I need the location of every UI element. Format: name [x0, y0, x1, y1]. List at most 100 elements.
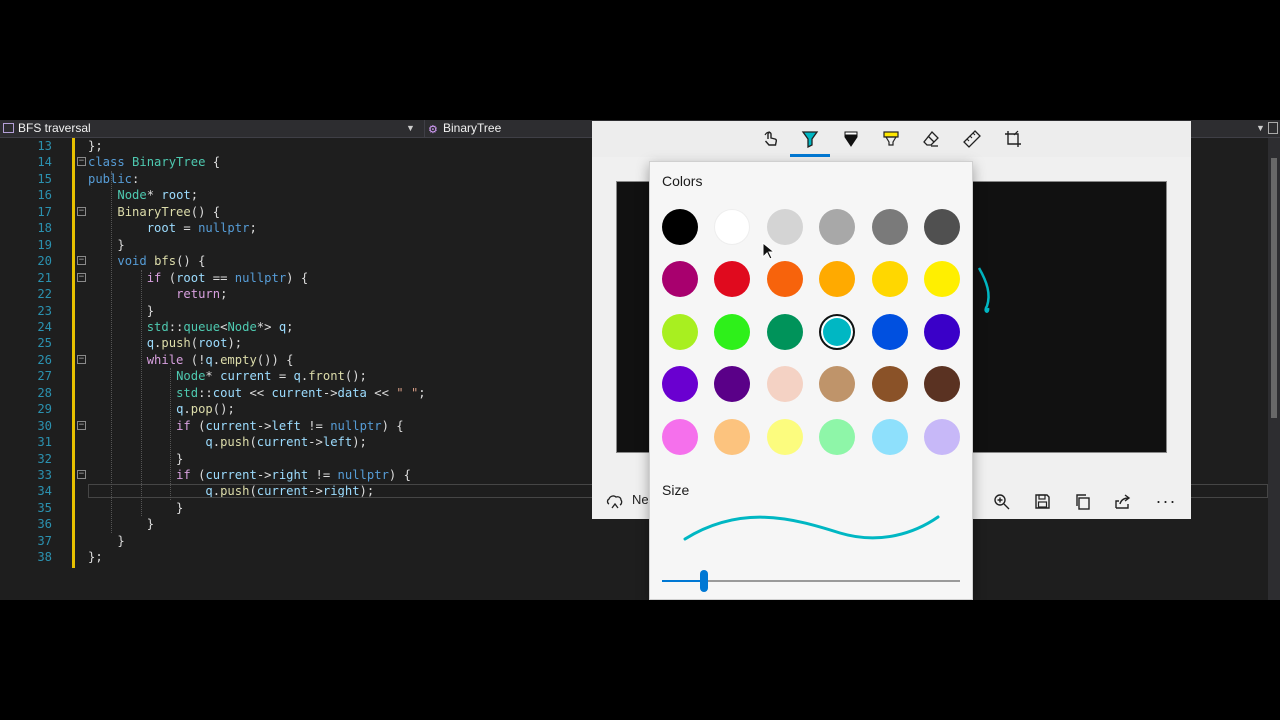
crop-button[interactable] [996, 125, 1030, 153]
color-swatch[interactable] [819, 366, 856, 403]
code-line[interactable]: 38}; [0, 549, 1268, 565]
eraser-button[interactable] [914, 125, 948, 153]
collapse-icon[interactable]: − [77, 272, 86, 282]
code-text: public: [88, 171, 140, 186]
new-label[interactable]: Ne [632, 492, 649, 507]
more-icon: ··· [1155, 490, 1177, 511]
color-swatch[interactable] [819, 418, 856, 455]
color-swatch[interactable] [766, 366, 803, 403]
code-text: if (root == nullptr) { [146, 270, 309, 285]
line-number: 35 [37, 500, 52, 515]
line-number: 31 [37, 435, 52, 450]
code-text: std::cout << current->data << " "; [176, 385, 426, 400]
color-swatch[interactable] [871, 366, 908, 403]
pencil-icon [844, 131, 858, 147]
color-swatch[interactable] [819, 261, 856, 298]
ruler-button[interactable] [955, 125, 989, 153]
color-swatch[interactable] [766, 261, 803, 298]
project-dropdown[interactable]: BFS traversal ▼ [0, 120, 420, 137]
more-options-button[interactable]: ··· [1152, 489, 1180, 513]
mouse-cursor-icon [762, 242, 774, 260]
member-dropdown-chevron-icon[interactable]: ▼ [1256, 120, 1265, 137]
save-button[interactable] [1028, 489, 1056, 513]
color-swatch[interactable] [766, 418, 803, 455]
color-swatch[interactable] [714, 209, 751, 245]
color-swatch[interactable] [714, 366, 751, 403]
new-snip-button[interactable] [600, 489, 628, 513]
color-swatch[interactable] [662, 209, 698, 245]
code-text: } [88, 303, 155, 318]
color-swatch[interactable] [924, 418, 960, 455]
color-swatch[interactable] [819, 209, 856, 245]
color-swatch[interactable] [714, 261, 751, 298]
collapse-icon[interactable]: − [77, 157, 86, 167]
color-swatch[interactable] [819, 313, 856, 350]
color-swatch[interactable] [871, 313, 908, 350]
zoom-button[interactable] [987, 489, 1015, 513]
line-number: 20 [37, 254, 52, 269]
color-swatch[interactable] [714, 313, 751, 350]
color-swatch[interactable] [662, 261, 698, 298]
collapse-icon[interactable]: − [77, 206, 86, 216]
collapse-icon[interactable]: − [77, 256, 86, 266]
code-text: } [88, 237, 125, 252]
code-text: } [88, 533, 125, 548]
line-number: 25 [37, 336, 52, 351]
code-text: } [88, 500, 184, 515]
pencil-button[interactable] [834, 125, 868, 153]
highlighter-button[interactable] [874, 125, 908, 153]
line-number: 32 [37, 451, 52, 466]
ballpoint-pen-button[interactable] [793, 125, 827, 153]
code-text: while (!q.empty()) { [146, 352, 294, 367]
touch-writing-button[interactable] [754, 125, 788, 153]
vertical-scrollbar[interactable] [1268, 138, 1280, 600]
line-number: 14 [37, 155, 52, 170]
line-number: 27 [37, 369, 52, 384]
line-number: 17 [37, 204, 52, 219]
color-swatch[interactable] [662, 366, 698, 403]
chevron-down-icon: ▼ [406, 123, 415, 133]
scrollbar-thumb[interactable] [1271, 158, 1277, 418]
code-text: if (current->right != nullptr) { [176, 468, 411, 482]
collapse-icon[interactable]: − [77, 470, 86, 479]
color-swatch[interactable] [766, 313, 803, 350]
code-text: Node* current = q.front(); [176, 369, 367, 384]
new-snip-icon [606, 494, 622, 508]
highlighter-icon [883, 131, 899, 146]
color-swatch[interactable] [714, 418, 751, 455]
size-preview-stroke [683, 515, 940, 541]
collapse-icon[interactable]: − [77, 420, 86, 430]
color-swatch[interactable] [766, 209, 803, 245]
color-swatch[interactable] [924, 313, 960, 350]
color-swatch[interactable] [871, 418, 908, 455]
line-number: 22 [37, 287, 52, 302]
code-text: class BinaryTree { [88, 155, 221, 170]
project-label: BFS traversal [18, 121, 91, 135]
share-button[interactable] [1108, 489, 1136, 513]
color-swatch[interactable] [871, 261, 908, 298]
color-swatch[interactable] [924, 261, 960, 298]
color-swatch[interactable] [871, 209, 908, 245]
code-text: } [88, 517, 155, 532]
class-icon: ⚙ [428, 124, 438, 136]
size-slider-thumb[interactable] [699, 570, 708, 592]
crop-icon [1005, 130, 1021, 147]
split-window-icon[interactable] [1268, 122, 1278, 134]
size-heading: Size [662, 482, 690, 498]
zoom-in-icon [993, 493, 1009, 509]
copy-button[interactable] [1068, 489, 1096, 513]
color-swatch[interactable] [662, 418, 698, 455]
line-number: 30 [37, 418, 52, 433]
color-swatch[interactable] [924, 209, 960, 245]
line-number: 19 [37, 237, 52, 252]
code-text: return; [176, 287, 228, 302]
code-text: if (current->left != nullptr) { [176, 418, 404, 433]
collapse-icon[interactable]: − [77, 354, 86, 364]
color-swatch[interactable] [924, 366, 960, 403]
line-number: 13 [37, 139, 52, 153]
scope-dropdown[interactable]: ⚙ BinaryTree [424, 120, 593, 137]
indent-guide [140, 269, 142, 517]
color-swatch[interactable] [662, 313, 698, 350]
code-line[interactable]: 37 } [0, 533, 1268, 549]
line-number: 34 [37, 484, 52, 499]
